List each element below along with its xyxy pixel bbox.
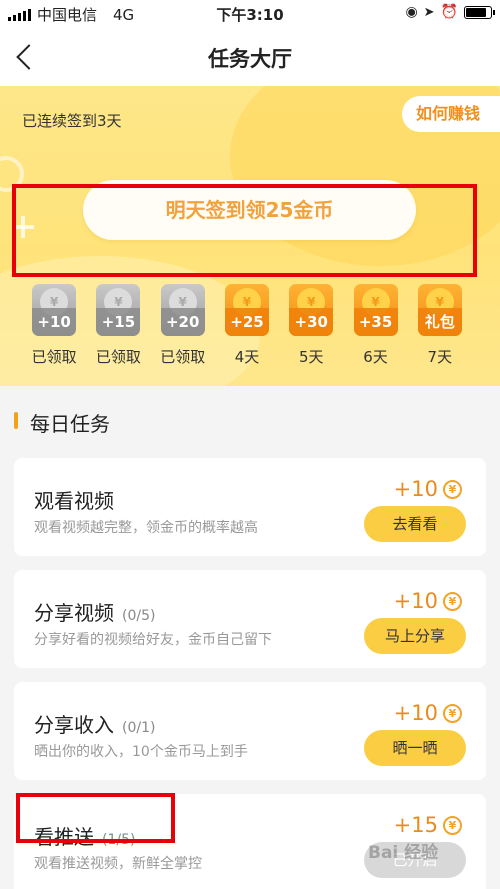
streak-text: 已连续签到3天 [22, 112, 122, 130]
reward-day-4[interactable]: ¥ +25 4天 [215, 284, 279, 367]
task-reward: +10 ¥ [394, 701, 462, 725]
gift-chest-icon: ¥ 礼包 [417, 284, 462, 336]
show-off-button[interactable]: 晒一晒 [364, 730, 466, 766]
reward-day-2[interactable]: ¥ +15 已领取 [86, 284, 150, 367]
coin-chest-icon: ¥ +30 [289, 284, 334, 336]
task-card-watch-video: 观看视频 观看视频越完整，领金币的概率越高 +10 ¥ 去看看 [14, 458, 486, 556]
task-progress: (0/1) [122, 720, 156, 736]
task-reward: +10 ¥ [394, 477, 462, 501]
coin-icon: ¥ [443, 815, 462, 835]
coin-chest-icon: ¥ +35 [353, 284, 398, 336]
reward-day-6[interactable]: ¥ +35 6天 [343, 284, 407, 367]
coin-icon: ¥ [443, 703, 462, 723]
task-reward: +15 ¥ [394, 813, 462, 837]
task-reward: +10 ¥ [394, 589, 462, 613]
task-title: 分享视频 (0/5) [34, 601, 156, 625]
task-desc: 观看推送视频，新鲜全掌控 [34, 856, 202, 872]
task-title: 观看视频 [34, 489, 114, 513]
coin-chest-icon: ¥ +25 [224, 284, 269, 336]
nav-bar: 任务大厅 [0, 28, 500, 86]
coin-icon: ¥ [443, 591, 462, 611]
status-right: ◉ ➤ ⏰ [405, 4, 495, 20]
section-title: 每日任务 [30, 412, 110, 436]
task-progress: (0/5) [122, 608, 156, 624]
reward-day-5[interactable]: ¥ +30 5天 [279, 284, 343, 367]
reward-label: 5天 [298, 348, 324, 366]
coin-chest-icon: ¥ +10 [32, 284, 77, 336]
reward-amount: +25 [224, 308, 269, 336]
reward-amount: +20 [160, 308, 205, 336]
coin-chest-icon: ¥ +20 [160, 284, 205, 336]
page-title: 任务大厅 [208, 47, 292, 71]
reward-label: 6天 [363, 348, 388, 366]
coin-chest-icon: ¥ +15 [96, 284, 141, 336]
reward-day-1[interactable]: ¥ +10 已领取 [22, 284, 86, 367]
section-accent-bar [14, 412, 18, 429]
reward-label: 已领取 [95, 348, 141, 366]
reward-amount: +30 [289, 308, 334, 336]
reward-amount: +10 [32, 308, 77, 336]
go-watch-button[interactable]: 去看看 [364, 506, 466, 542]
reward-amount: +35 [353, 308, 398, 336]
reward-amount: 礼包 [417, 308, 462, 336]
task-title: 分享收入 (0/1) [34, 713, 156, 737]
task-desc: 观看视频越完整，领金币的概率越高 [34, 520, 258, 536]
annotation-box [12, 184, 477, 277]
status-bar: 中国电信 4G 下午3:10 ◉ ➤ ⏰ [0, 0, 500, 28]
task-card-share-video: 分享视频 (0/5) 分享好看的视频给好友，金币自己留下 +10 ¥ 马上分享 [14, 570, 486, 668]
battery-fill [466, 7, 487, 17]
how-to-earn-button[interactable]: 如何赚钱 [402, 96, 500, 132]
reward-label: 4天 [234, 348, 260, 366]
task-card-share-income: 分享收入 (0/1) 晒出你的收入，10个金币马上到手 +10 ¥ 晒一晒 [14, 682, 486, 780]
location-icon: ➤ [423, 4, 435, 20]
coin-icon: ¥ [443, 479, 462, 499]
reward-label: 已领取 [31, 348, 77, 366]
task-desc: 分享好看的视频给好友，金币自己留下 [34, 632, 272, 648]
share-now-button[interactable]: 马上分享 [364, 618, 466, 654]
watermark: Bai 经验 [368, 843, 439, 863]
reward-label: 7天 [427, 348, 453, 366]
orientation-lock-icon: ◉ [405, 4, 418, 20]
reward-day-7[interactable]: ¥ 礼包 7天 [408, 284, 472, 367]
reward-day-3[interactable]: ¥ +20 已领取 [151, 284, 215, 367]
reward-amount: +15 [96, 308, 141, 336]
battery-icon [464, 5, 495, 19]
section-header: 每日任务 [0, 386, 500, 446]
reward-label: 已领取 [160, 348, 206, 366]
task-desc: 晒出你的收入，10个金币马上到手 [34, 744, 248, 760]
alarm-icon: ⏰ [440, 4, 458, 20]
annotation-box [16, 793, 175, 843]
reward-row: ¥ +10 已领取 ¥ +15 已领取 ¥ +20 已领取 ¥ +25 4天 ¥… [22, 284, 472, 367]
